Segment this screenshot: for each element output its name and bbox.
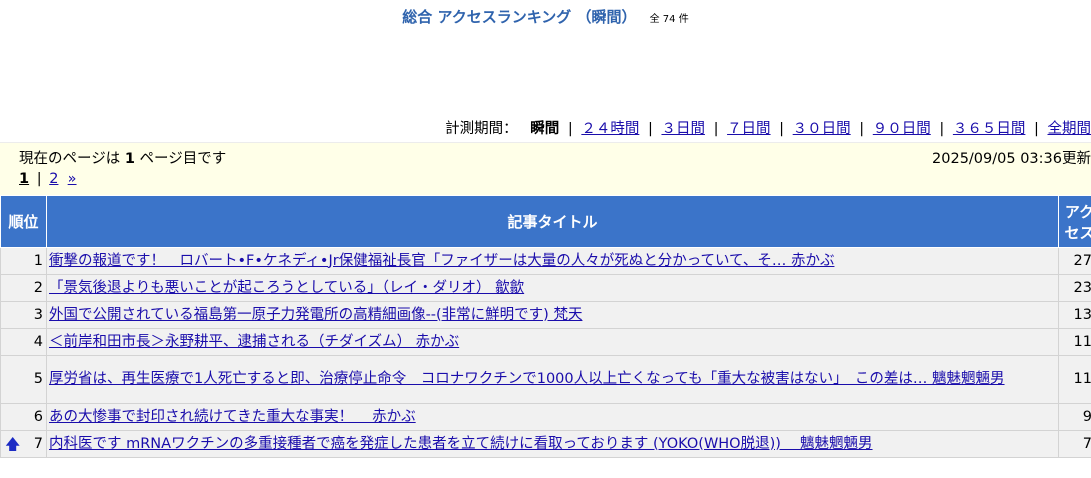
- pager-link-2[interactable]: 2: [49, 171, 58, 187]
- table-row: 6 あの大惨事で封印され続けてきた重大な事実！ 赤かぶ 9: [0, 403, 1091, 431]
- page-header: 総合 アクセスランキング （瞬間） 全 74 件: [0, 6, 1091, 27]
- period-label: 計測期間：: [445, 121, 518, 137]
- page-status: 現在のページは 1 ページ目です: [19, 151, 227, 167]
- article-link[interactable]: あの大惨事で封印され続けてきた重大な事実！ 赤かぶ: [49, 409, 416, 425]
- access-count: 27: [1058, 247, 1091, 275]
- article-link[interactable]: 衝撃の報道です！ ロバート•F•ケネディ•Jr保健福祉長官「ファイザーは大量の人…: [49, 253, 834, 269]
- table-row: 1 衝撃の報道です！ ロバート•F•ケネディ•Jr保健福祉長官「ファイザーは大量…: [0, 247, 1091, 275]
- access-count: 23: [1058, 274, 1091, 302]
- access-count: 11: [1058, 328, 1091, 356]
- page-title: 総合 アクセスランキング （瞬間）: [402, 8, 637, 26]
- up-arrow-icon: 🡅: [5, 434, 21, 453]
- period-link-3d[interactable]: ３日間: [661, 121, 705, 137]
- updated-timestamp: 2025/09/05 03:36更新: [932, 151, 1091, 167]
- period-link-7d[interactable]: ７日間: [727, 121, 771, 137]
- rank-cell: 5: [0, 355, 47, 404]
- ranking-table: 順位 記事タイトル アクセス 1 衝撃の報道です！ ロバート•F•ケネディ•Jr…: [0, 195, 1091, 458]
- total-count: 全 74 件: [649, 14, 689, 25]
- table-row: 5 厚労省は、再生医療で1人死亡すると即、治療停止命令 コロナワクチンで1000…: [0, 355, 1091, 404]
- article-link[interactable]: 「景気後退よりも悪いことが起ころうとしている」（レイ・ダリオ） 歙歙: [49, 280, 524, 296]
- period-link-90d[interactable]: ９０日間: [873, 121, 931, 137]
- pager-current: 1: [19, 171, 30, 187]
- article-link[interactable]: 厚労省は、再生医療で1人死亡すると即、治療停止命令 コロナワクチンで1000人以…: [49, 371, 1005, 387]
- table-header-row: 順位 記事タイトル アクセス: [0, 195, 1091, 248]
- article-link[interactable]: ＜前岸和田市長＞永野耕平、逮捕される（チダイズム） 赤かぶ: [49, 334, 459, 350]
- access-count: 13: [1058, 301, 1091, 329]
- access-count: 9: [1058, 403, 1091, 431]
- rank-cell: 4: [0, 328, 47, 356]
- rank-cell: 6: [0, 403, 47, 431]
- header-access: アクセス: [1058, 195, 1091, 248]
- pagination: 1 | 2 »: [19, 171, 77, 187]
- page-info-box: 現在のページは 1 ページ目です 2025/09/05 03:36更新 1 | …: [0, 142, 1091, 195]
- rank-cell: 7: [33, 435, 43, 452]
- table-row: 4 ＜前岸和田市長＞永野耕平、逮捕される（チダイズム） 赤かぶ 11: [0, 328, 1091, 356]
- period-link-365d[interactable]: ３６５日間: [953, 121, 1026, 137]
- table-row: 🡅 7 内科医です mRNAワクチンの多重接種者で癌を発症した患者を立て続けに看…: [0, 430, 1091, 458]
- current-page-number: 1: [124, 151, 135, 167]
- header-rank: 順位: [0, 195, 47, 248]
- table-row: 3 外国で公開されている福島第一原子力発電所の高精細画像--(非常に鮮明です) …: [0, 301, 1091, 329]
- article-link[interactable]: 内科医です mRNAワクチンの多重接種者で癌を発症した患者を立て続けに看取ってお…: [49, 436, 873, 452]
- rank-cell: 3: [0, 301, 47, 329]
- pager-next-link[interactable]: »: [68, 171, 77, 187]
- table-row: 2 「景気後退よりも悪いことが起ころうとしている」（レイ・ダリオ） 歙歙 23: [0, 274, 1091, 302]
- period-selector: 計測期間： 瞬間 | ２４時間 | ３日間 | ７日間 | ３０日間 | ９０日…: [445, 121, 1091, 137]
- period-link-24h[interactable]: ２４時間: [581, 121, 639, 137]
- access-count: 11: [1058, 355, 1091, 404]
- header-title: 記事タイトル: [46, 195, 1059, 248]
- period-link-30d[interactable]: ３０日間: [793, 121, 851, 137]
- period-link-all[interactable]: 全期間: [1048, 121, 1091, 137]
- period-current: 瞬間: [530, 121, 560, 137]
- access-count: 7: [1058, 430, 1091, 458]
- rank-cell: 1: [0, 247, 47, 275]
- article-link[interactable]: 外国で公開されている福島第一原子力発電所の高精細画像--(非常に鮮明です) 梵天: [49, 307, 582, 323]
- rank-cell: 2: [0, 274, 47, 302]
